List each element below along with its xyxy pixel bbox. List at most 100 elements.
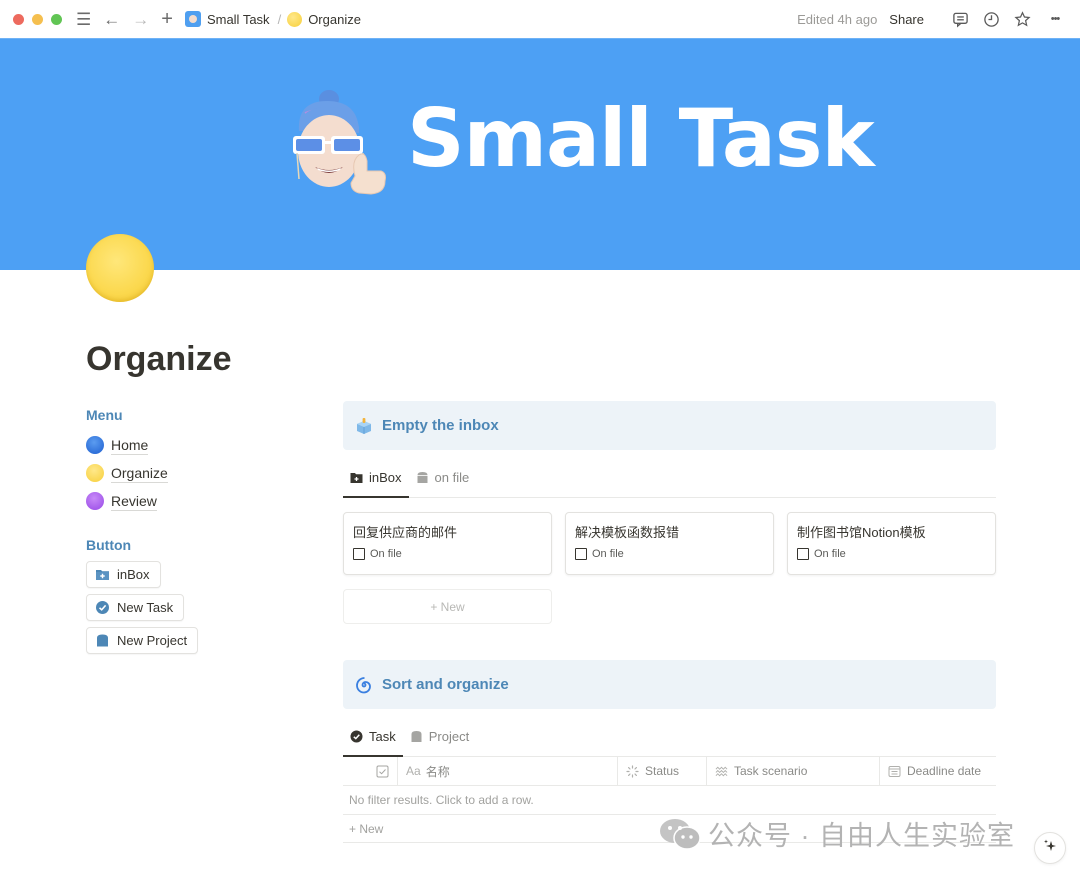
right-column: Empty the inbox inBox on file 回复供应商的邮件 O… [343, 401, 996, 843]
sidebar-menu-icon[interactable]: ☰ [76, 11, 91, 28]
card-title: 回复供应商的邮件 [353, 525, 458, 540]
status-icon [626, 764, 639, 778]
tab-label: Task [369, 728, 396, 744]
tab-inbox[interactable]: inBox [343, 457, 409, 498]
menu-item-organize[interactable]: Organize [86, 459, 316, 487]
multi-select-icon [715, 765, 728, 778]
blue-circle-icon [86, 436, 104, 454]
left-column: Menu Home Organize Review Button inBox N… [86, 407, 316, 660]
yellow-circle-icon [287, 11, 303, 27]
button-section: Button inBox New Task New Project [86, 537, 316, 660]
star-icon[interactable] [1013, 10, 1031, 28]
card-title: 解决模板函数报错 [575, 525, 680, 540]
inbox-view-tabs: inBox on file [343, 458, 996, 498]
page-icon-yellow-circle[interactable] [86, 234, 154, 302]
menu-item-label: Home [111, 436, 149, 455]
close-window-button[interactable] [13, 13, 24, 25]
column-label: Task scenario [734, 764, 808, 778]
memoji-thumbs-up-icon [285, 81, 389, 196]
checkbox-label: On file [814, 548, 846, 560]
top-bar: ☰ ← → + Small Task / Organize Edited 4h … [0, 0, 1080, 38]
new-project-button[interactable]: New Project [86, 627, 199, 654]
tab-on-file[interactable]: on file [409, 457, 477, 497]
tab-label: Project [428, 728, 470, 744]
inbox-tray-icon [355, 417, 373, 435]
column-header-name[interactable]: Aa 名称 [398, 756, 618, 786]
callout-title: Empty the inbox [382, 417, 499, 434]
cover-title: Small Task [407, 92, 875, 185]
more-icon[interactable]: ••• [1044, 10, 1066, 28]
card-title: 制作图书馆Notion模板 [797, 525, 926, 540]
breadcrumb-label: Small Task [206, 11, 270, 27]
on-file-checkbox[interactable] [353, 548, 365, 560]
page-cover: Small Task [0, 38, 1080, 270]
gallery-card[interactable]: 制作图书馆Notion模板 On file [787, 512, 996, 575]
archive-icon [95, 633, 110, 648]
column-header-deadline-date[interactable]: Deadline date [880, 757, 996, 786]
gallery-card[interactable]: 回复供应商的邮件 On file [343, 512, 552, 575]
memoji-avatar-icon [184, 11, 201, 27]
tab-label: on file [434, 469, 470, 485]
minimize-window-button[interactable] [32, 13, 43, 25]
breadcrumb-separator: / [277, 11, 282, 27]
ai-assistant-button[interactable] [1034, 832, 1066, 864]
history-clock-icon[interactable] [982, 10, 1000, 28]
check-circle-icon [95, 600, 110, 615]
inbox-button[interactable]: inBox [86, 561, 161, 588]
new-task-button[interactable]: New Task [86, 594, 185, 621]
archive-icon [410, 730, 423, 743]
sparkle-icon [1042, 838, 1058, 859]
edited-timestamp: Edited 4h ago [797, 11, 878, 27]
folder-plus-icon [95, 567, 110, 582]
new-card-button[interactable]: + New [343, 589, 552, 624]
table-header: Aa 名称 Status Task scenario Deadline date [343, 756, 996, 786]
column-label: Status [645, 764, 680, 778]
sort-organize-callout: Sort and organize [343, 660, 996, 709]
empty-results-row[interactable]: No filter results. Click to add a row. [343, 786, 996, 815]
on-file-checkbox[interactable] [575, 548, 587, 560]
cyclone-icon [355, 676, 373, 694]
title-icon: Aa [406, 764, 421, 778]
tab-task[interactable]: Task [343, 716, 403, 757]
menu-heading: Menu [86, 407, 123, 423]
wechat-icon [658, 816, 702, 852]
menu-item-home[interactable]: Home [86, 431, 316, 459]
column-header-task-scenario[interactable]: Task scenario [707, 756, 880, 786]
archive-icon [416, 471, 429, 484]
gallery-card[interactable]: 解决模板函数报错 On file [565, 512, 774, 575]
breadcrumb-organize[interactable]: Organize [287, 11, 361, 27]
button-label: inBox [117, 567, 150, 582]
watermark: 公众号 · 自由人生实验室 [658, 814, 1015, 853]
column-header-status[interactable]: Status [618, 756, 707, 786]
yellow-circle-icon [86, 464, 104, 482]
comment-icon[interactable] [951, 10, 969, 28]
calendar-icon [888, 765, 901, 778]
tab-project[interactable]: Project [403, 716, 476, 756]
checkbox-label: On file [370, 548, 402, 560]
column-label: Deadline date [907, 764, 982, 778]
callout-title: Sort and organize [382, 676, 509, 693]
maximize-window-button[interactable] [51, 13, 62, 25]
menu-item-label: Organize [111, 464, 168, 483]
window-controls [13, 13, 62, 25]
back-arrow-icon[interactable]: ← [103, 11, 120, 28]
sort-view-tabs: Task Project [343, 717, 996, 757]
watermark-text: 公众号 · 自由人生实验室 [708, 821, 1015, 851]
inbox-gallery: 回复供应商的邮件 On file 解决模板函数报错 On file 制作图书馆N… [343, 512, 996, 575]
top-right-actions: Edited 4h ago Share ••• [797, 10, 1066, 28]
menu-item-label: Review [111, 492, 157, 511]
tab-label: inBox [369, 469, 402, 485]
column-header-checkbox[interactable] [343, 756, 398, 786]
folder-plus-icon [350, 471, 363, 484]
page-title: Organize [86, 340, 232, 378]
breadcrumb-small-task[interactable]: Small Task [184, 11, 270, 27]
plus-icon[interactable]: + [161, 9, 173, 29]
checkbox-icon [376, 765, 389, 778]
card-on-file-property: On file [797, 548, 986, 560]
share-button[interactable]: Share [889, 12, 924, 27]
button-heading: Button [86, 537, 132, 553]
forward-arrow-icon[interactable]: → [132, 11, 149, 28]
on-file-checkbox[interactable] [797, 548, 809, 560]
purple-circle-icon [86, 492, 104, 510]
menu-item-review[interactable]: Review [86, 487, 316, 515]
